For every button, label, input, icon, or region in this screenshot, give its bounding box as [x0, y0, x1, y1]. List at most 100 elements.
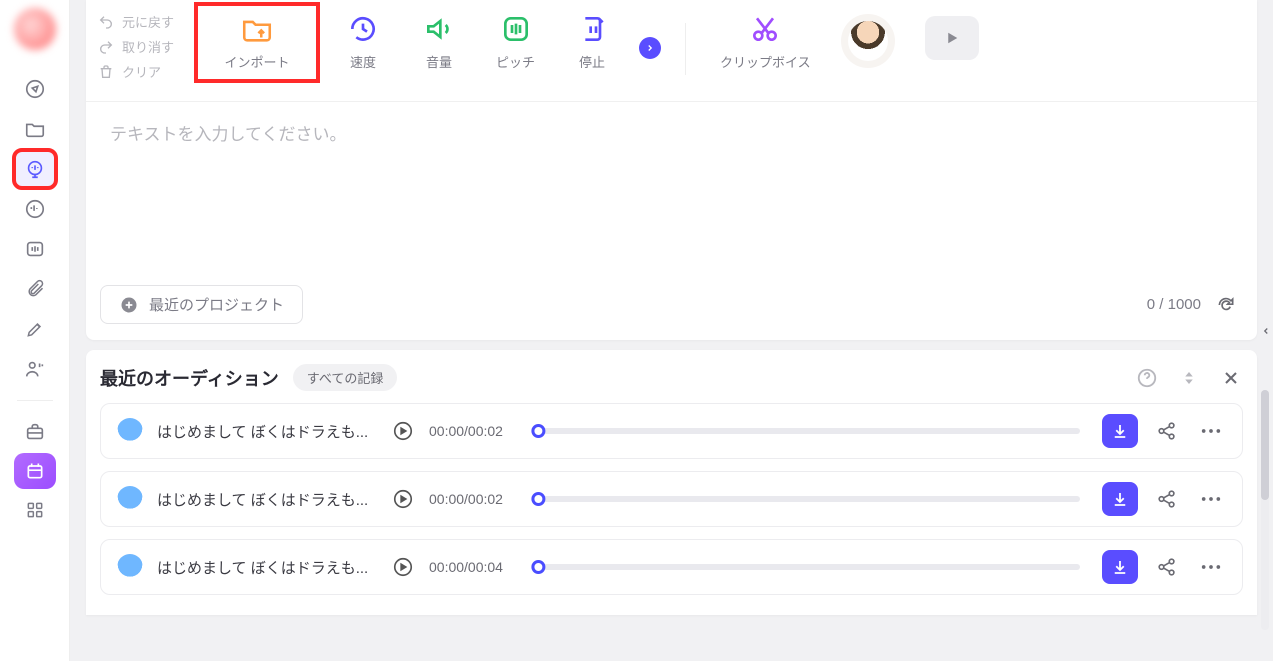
tool-group: インポート 速度 音量	[198, 6, 821, 79]
scrollbar-thumb[interactable]	[1261, 390, 1269, 500]
row-progress-track[interactable]	[537, 496, 1080, 502]
close-button[interactable]	[1219, 366, 1243, 390]
row-more-button[interactable]	[1196, 484, 1226, 514]
auditions-panel: 最近のオーディション すべての記録 はじめまして ぼくはドラえも...	[86, 350, 1257, 615]
sidebar-item-voice-active[interactable]	[14, 150, 56, 188]
auditions-title: 最近のオーディション	[100, 365, 279, 391]
row-download-button[interactable]	[1102, 482, 1138, 516]
app-logo	[14, 8, 56, 50]
row-share-button[interactable]	[1152, 416, 1182, 446]
row-progress-track[interactable]	[537, 564, 1080, 570]
sidebar-item-pen[interactable]	[14, 310, 56, 348]
clear-label: クリア	[122, 62, 161, 81]
undo-label: 元に戻す	[122, 12, 174, 31]
history-controls: 元に戻す 取り消す クリア	[98, 6, 198, 83]
recent-projects-label: 最近のプロジェクト	[149, 294, 284, 315]
play-button[interactable]	[925, 16, 979, 60]
vertical-scrollbar[interactable]	[1261, 390, 1269, 630]
import-label: インポート	[224, 52, 289, 71]
row-more-button[interactable]	[1196, 552, 1226, 582]
row-title: はじめまして ぼくはドラえも...	[157, 557, 377, 578]
sidebar	[0, 0, 70, 661]
sidebar-item-person-voice[interactable]	[14, 350, 56, 388]
sidebar-item-folder[interactable]	[14, 110, 56, 148]
collapse-right-handle[interactable]	[1259, 309, 1273, 353]
redo-label: 取り消す	[122, 37, 174, 56]
volume-button[interactable]: 音量	[410, 6, 468, 79]
refresh-button[interactable]	[1215, 294, 1237, 316]
pause-icon	[575, 12, 609, 46]
row-avatar	[117, 486, 143, 512]
row-time: 00:00/00:04	[429, 559, 515, 575]
row-more-button[interactable]	[1196, 416, 1226, 446]
row-progress-knob[interactable]	[531, 424, 545, 438]
import-button[interactable]: インポート	[198, 6, 316, 79]
editor-bottom-row: 最近のプロジェクト 0 / 1000	[86, 275, 1257, 340]
counter-current: 0	[1147, 296, 1155, 313]
row-play-button[interactable]	[391, 555, 415, 579]
sort-button[interactable]	[1177, 366, 1201, 390]
row-progress-knob[interactable]	[531, 492, 545, 506]
speed-icon	[346, 12, 380, 46]
counter-sep: /	[1155, 296, 1168, 313]
editor-card: 元に戻す 取り消す クリア	[86, 0, 1257, 340]
text-input[interactable]	[110, 120, 1233, 260]
row-time: 00:00/00:02	[429, 423, 515, 439]
counter-max: 1000	[1168, 296, 1201, 313]
row-download-button[interactable]	[1102, 550, 1138, 584]
row-progress-track[interactable]	[537, 428, 1080, 434]
folder-import-icon	[240, 12, 274, 46]
undo-button[interactable]: 元に戻す	[98, 10, 192, 33]
sidebar-item-briefcase[interactable]	[14, 413, 56, 451]
clip-voice-label: クリップボイス	[720, 52, 811, 71]
text-editor-area	[86, 102, 1257, 275]
plus-circle-icon	[119, 295, 139, 315]
sidebar-item-attachment[interactable]	[14, 270, 56, 308]
audition-row: はじめまして ぼくはドラえも... 00:00/00:04	[100, 539, 1243, 595]
pitch-label: ピッチ	[496, 52, 535, 71]
sidebar-item-compass[interactable]	[14, 70, 56, 108]
row-progress-knob[interactable]	[531, 560, 545, 574]
row-title: はじめまして ぼくはドラえも...	[157, 489, 377, 510]
help-button[interactable]	[1135, 366, 1159, 390]
pause-button[interactable]: 停止	[563, 6, 621, 79]
toolbar-more-chevron[interactable]	[639, 37, 661, 59]
pitch-icon	[499, 12, 533, 46]
undo-icon	[98, 14, 114, 30]
voice-avatar[interactable]	[841, 14, 895, 68]
toolbar: 元に戻す 取り消す クリア	[86, 0, 1257, 102]
trash-icon	[98, 64, 114, 80]
audition-row: はじめまして ぼくはドラえも... 00:00/00:02	[100, 403, 1243, 459]
main-area: 元に戻す 取り消す クリア	[70, 0, 1273, 661]
sidebar-item-equalizer[interactable]	[14, 230, 56, 268]
recent-projects-button[interactable]: 最近のプロジェクト	[100, 285, 303, 324]
sidebar-divider	[17, 400, 53, 401]
redo-icon	[98, 39, 114, 55]
speed-label: 速度	[350, 52, 376, 71]
row-time: 00:00/00:02	[429, 491, 515, 507]
redo-button[interactable]: 取り消す	[98, 35, 192, 58]
speed-button[interactable]: 速度	[334, 6, 392, 79]
all-records-pill[interactable]: すべての記録	[293, 364, 398, 391]
sidebar-item-waveform[interactable]	[14, 190, 56, 228]
row-title: はじめまして ぼくはドラえも...	[157, 421, 377, 442]
row-play-button[interactable]	[391, 487, 415, 511]
volume-icon	[422, 12, 456, 46]
pitch-button[interactable]: ピッチ	[486, 6, 545, 79]
audition-row: はじめまして ぼくはドラえも... 00:00/00:02	[100, 471, 1243, 527]
row-share-button[interactable]	[1152, 484, 1182, 514]
row-avatar	[117, 418, 143, 444]
toolbar-divider	[685, 23, 686, 75]
auditions-header: 最近のオーディション すべての記録	[100, 364, 1243, 391]
sidebar-item-apps-grid[interactable]	[14, 491, 56, 529]
volume-label: 音量	[426, 52, 452, 71]
clip-voice-button[interactable]: クリップボイス	[710, 6, 821, 79]
clear-button[interactable]: クリア	[98, 60, 192, 83]
row-share-button[interactable]	[1152, 552, 1182, 582]
scissors-icon	[748, 12, 782, 46]
row-play-button[interactable]	[391, 419, 415, 443]
row-download-button[interactable]	[1102, 414, 1138, 448]
row-avatar	[117, 554, 143, 580]
sidebar-item-calendar-cta[interactable]	[14, 453, 56, 489]
char-counter: 0 / 1000	[1147, 294, 1237, 316]
